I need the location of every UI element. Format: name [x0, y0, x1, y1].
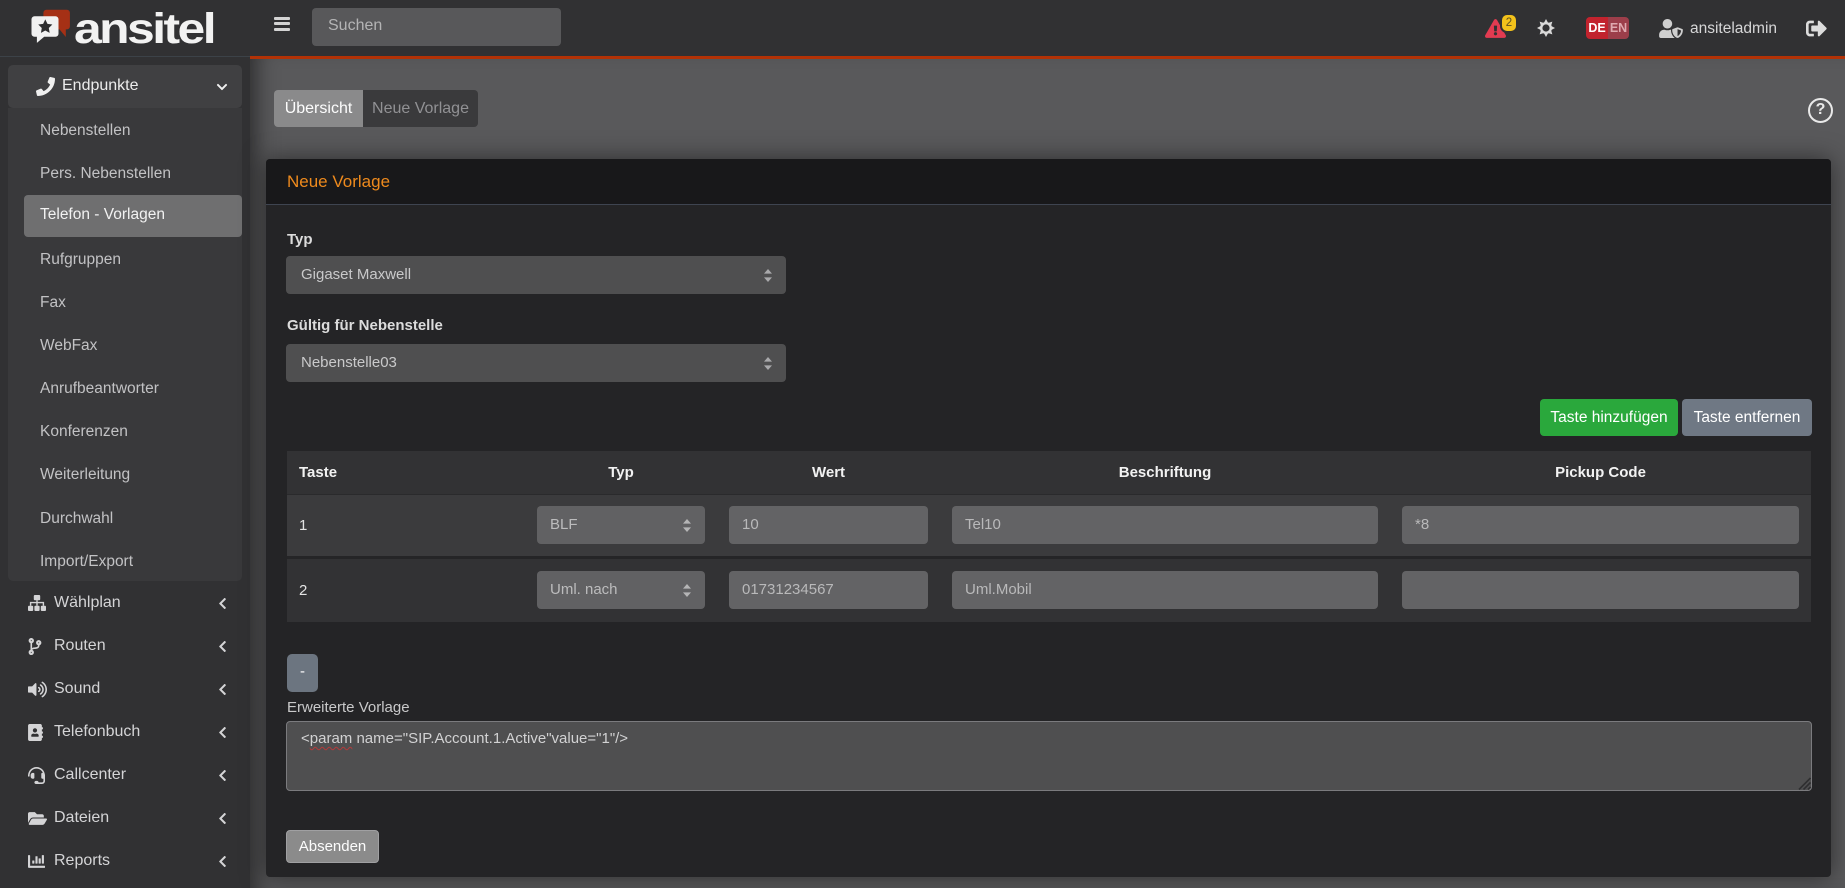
svg-text:ansitel: ansitel: [74, 5, 214, 52]
